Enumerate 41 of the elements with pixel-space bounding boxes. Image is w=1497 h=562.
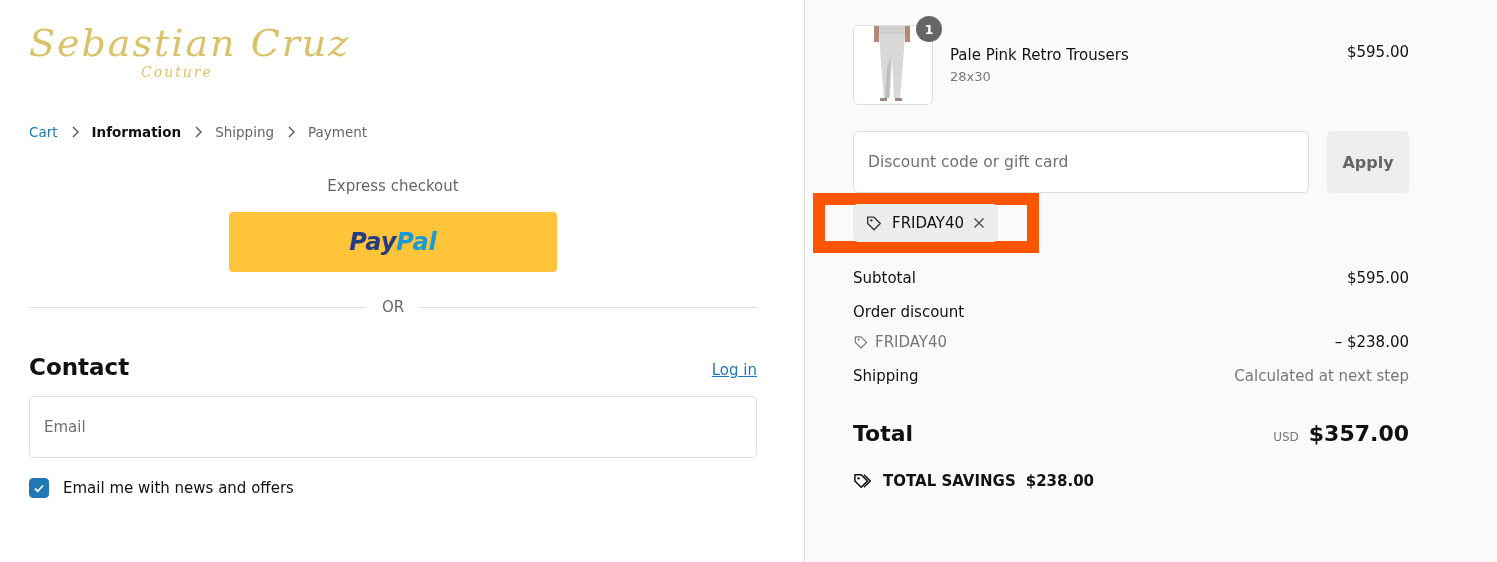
apply-button[interactable]: Apply bbox=[1327, 131, 1409, 193]
breadcrumb-item: Shipping bbox=[215, 124, 275, 140]
discount-value: – $238.00 bbox=[1334, 333, 1409, 351]
chevron-icon bbox=[194, 126, 203, 138]
contact-heading: Contact bbox=[29, 354, 130, 380]
logo-name: Sebastian Cruz bbox=[29, 20, 352, 66]
order-discount-label: Order discount bbox=[853, 303, 965, 321]
tag-icon bbox=[853, 334, 869, 350]
total-savings-value: $238.00 bbox=[1025, 472, 1095, 490]
product-variant: 28x30 bbox=[950, 69, 992, 84]
breadcrumb-item: Information bbox=[91, 124, 182, 140]
logo-tagline: Couture bbox=[141, 64, 214, 80]
tags-icon bbox=[853, 472, 873, 490]
currency-code: USD bbox=[1273, 430, 1299, 444]
check-icon bbox=[33, 482, 45, 494]
subtotal-label: Subtotal bbox=[853, 269, 916, 287]
breadcrumb-item[interactable]: Cart bbox=[29, 124, 58, 140]
checkbox[interactable] bbox=[29, 478, 49, 498]
product-name: Pale Pink Retro Trousers bbox=[950, 46, 1130, 64]
total-savings-label: TOTAL SAVINGS bbox=[883, 472, 1016, 490]
shipping-label: Shipping bbox=[853, 367, 919, 385]
product-price: $595.00 bbox=[1346, 43, 1409, 61]
total-label: Total bbox=[853, 421, 914, 446]
discount-code: FRIDAY40 bbox=[892, 214, 965, 232]
total-value: $357.00 bbox=[1308, 421, 1409, 446]
close-icon[interactable] bbox=[973, 217, 986, 229]
discount-code: FRIDAY40 bbox=[875, 333, 948, 351]
or-divider-label: OR bbox=[380, 298, 406, 316]
email-field[interactable]: Email bbox=[29, 396, 757, 458]
log-in-link[interactable]: Log in bbox=[711, 361, 757, 379]
paypal-button[interactable]: PayPal bbox=[229, 212, 557, 272]
tag-icon bbox=[865, 214, 883, 232]
quantity-badge: 1 bbox=[916, 16, 942, 42]
shipping-value: Calculated at next step bbox=[1234, 367, 1409, 385]
subtotal-value: $595.00 bbox=[1346, 269, 1409, 287]
express-checkout-title: Express checkout bbox=[326, 177, 460, 195]
discount-code-field[interactable]: Discount code or gift card bbox=[853, 131, 1309, 193]
newsletter-label: Email me with news and offers bbox=[63, 479, 294, 497]
chevron-icon bbox=[287, 126, 296, 138]
chevron-icon bbox=[70, 126, 79, 138]
breadcrumb-item: Payment bbox=[308, 124, 368, 140]
